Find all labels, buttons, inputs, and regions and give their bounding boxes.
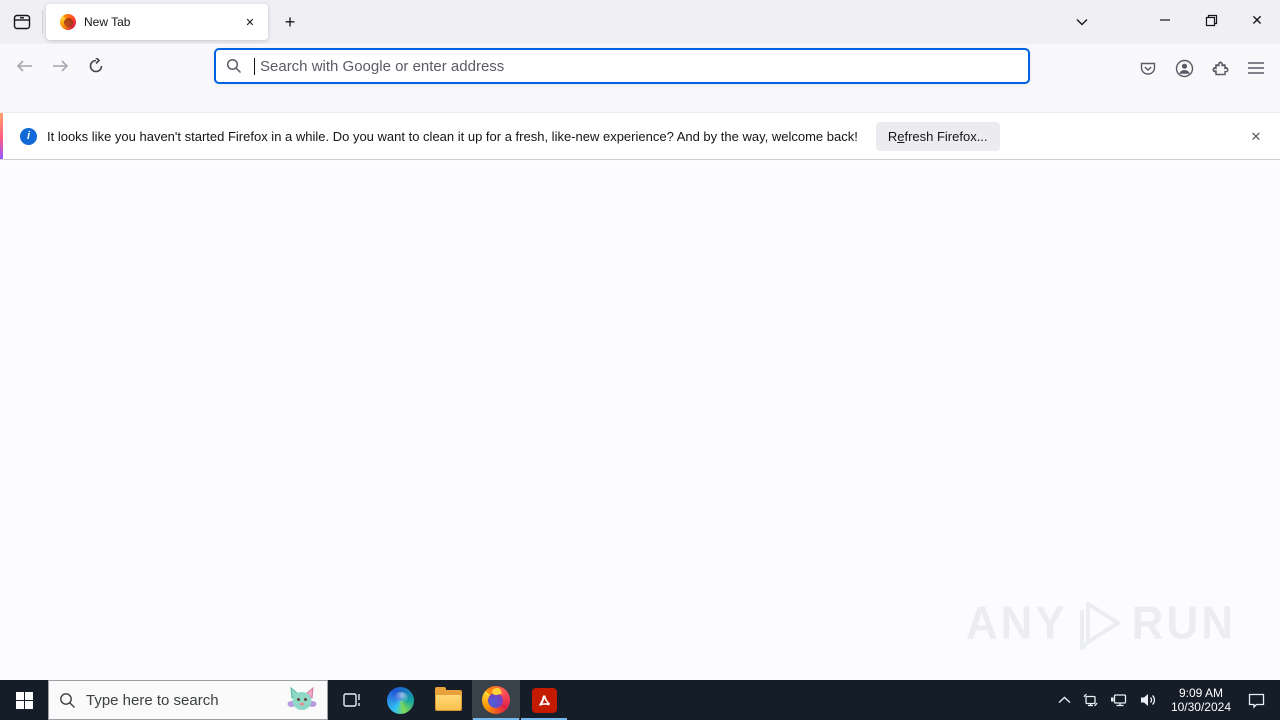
tab-new-tab[interactable]: New Tab ✕ [46, 4, 268, 40]
minimize-icon [1159, 14, 1171, 26]
notification-message: It looks like you haven't started Firefo… [47, 128, 858, 144]
notification-bar: i It looks like you haven't started Fire… [0, 112, 1280, 160]
task-view-button[interactable] [328, 680, 376, 720]
window-restore-button[interactable] [1188, 0, 1234, 40]
show-hidden-icons-button[interactable] [1053, 680, 1076, 720]
file-explorer-icon [434, 686, 462, 711]
window-close-button[interactable]: ✕ [1234, 0, 1280, 40]
firefox-view-button[interactable] [6, 6, 38, 38]
speaker-icon [1139, 692, 1158, 708]
new-tab-button[interactable]: + [278, 10, 302, 34]
chevron-down-icon [1076, 18, 1088, 26]
address-input[interactable] [260, 57, 1018, 75]
screen: New Tab ✕ + ✕ Search with Google or ente… [0, 0, 1280, 720]
tab-close-icon[interactable]: ✕ [240, 12, 260, 32]
tab-bar: New Tab ✕ + ✕ [0, 0, 1280, 44]
watermark-word-run: RUN [1131, 597, 1236, 650]
info-icon: i [20, 127, 37, 145]
task-view-icon [342, 690, 362, 710]
reload-button[interactable] [82, 52, 110, 80]
chevron-up-icon [1058, 696, 1071, 704]
watermark-word-any: ANY [965, 597, 1068, 650]
restore-icon [1205, 14, 1218, 27]
firefox-favicon-icon [60, 14, 76, 30]
taskbar-search-input[interactable] [86, 691, 287, 709]
clock-date: 10/30/2024 [1170, 700, 1231, 714]
anyrun-watermark: ANY RUN [966, 596, 1236, 652]
edge-icon [386, 686, 414, 714]
notification-accent-stripe [0, 113, 3, 159]
tray-display-sync-button[interactable] [1076, 680, 1105, 720]
window-minimize-button[interactable] [1142, 0, 1188, 40]
taskbar-firefox-button[interactable] [472, 680, 520, 720]
refresh-label-pre: R [887, 128, 898, 144]
search-highlights-creature-icon [287, 685, 317, 715]
action-center-button[interactable] [1239, 680, 1280, 720]
text-caret [254, 57, 255, 75]
tab-title: New Tab [84, 15, 131, 29]
action-center-icon [1247, 692, 1266, 709]
back-button[interactable] [10, 52, 38, 80]
taskbar-search[interactable] [48, 680, 328, 720]
forward-button[interactable] [46, 52, 74, 80]
volume-button[interactable] [1134, 680, 1163, 720]
address-bar[interactable] [214, 48, 1030, 84]
firefox-view-icon [13, 13, 31, 31]
notification-close-icon[interactable]: ✕ [1244, 125, 1268, 149]
navigation-toolbar [0, 44, 1280, 112]
search-icon [226, 58, 242, 74]
pocket-button[interactable] [1134, 54, 1162, 82]
system-tray: 9:09 AM 10/30/2024 [1053, 680, 1280, 720]
anyrun-play-icon [1072, 596, 1128, 652]
account-button[interactable] [1170, 54, 1198, 82]
tabbar-separator [42, 10, 43, 34]
refresh-firefox-button[interactable]: Refresh Firefox... [875, 121, 1000, 151]
taskbar-clock[interactable]: 9:09 AM 10/30/2024 [1163, 686, 1239, 714]
taskbar-file-explorer-button[interactable] [424, 680, 472, 720]
start-button[interactable] [0, 680, 48, 720]
windows-logo-icon [15, 691, 33, 709]
network-button[interactable] [1105, 680, 1134, 720]
taskbar-edge-button[interactable] [376, 680, 424, 720]
firefox-icon [482, 686, 510, 714]
extensions-button[interactable] [1206, 54, 1234, 82]
acrobat-icon [531, 687, 557, 713]
list-all-tabs-button[interactable] [1068, 8, 1096, 36]
page-content: ANY RUN [0, 161, 1280, 680]
taskbar-acrobat-button[interactable] [520, 680, 568, 720]
display-sync-icon [1081, 692, 1100, 709]
taskbar: 9:09 AM 10/30/2024 [0, 680, 1280, 720]
clock-time: 9:09 AM [1178, 686, 1223, 700]
menu-button[interactable] [1242, 54, 1270, 82]
search-icon [59, 692, 76, 709]
network-ethernet-icon [1110, 692, 1129, 709]
refresh-label-post: fresh Firefox... [904, 128, 988, 144]
